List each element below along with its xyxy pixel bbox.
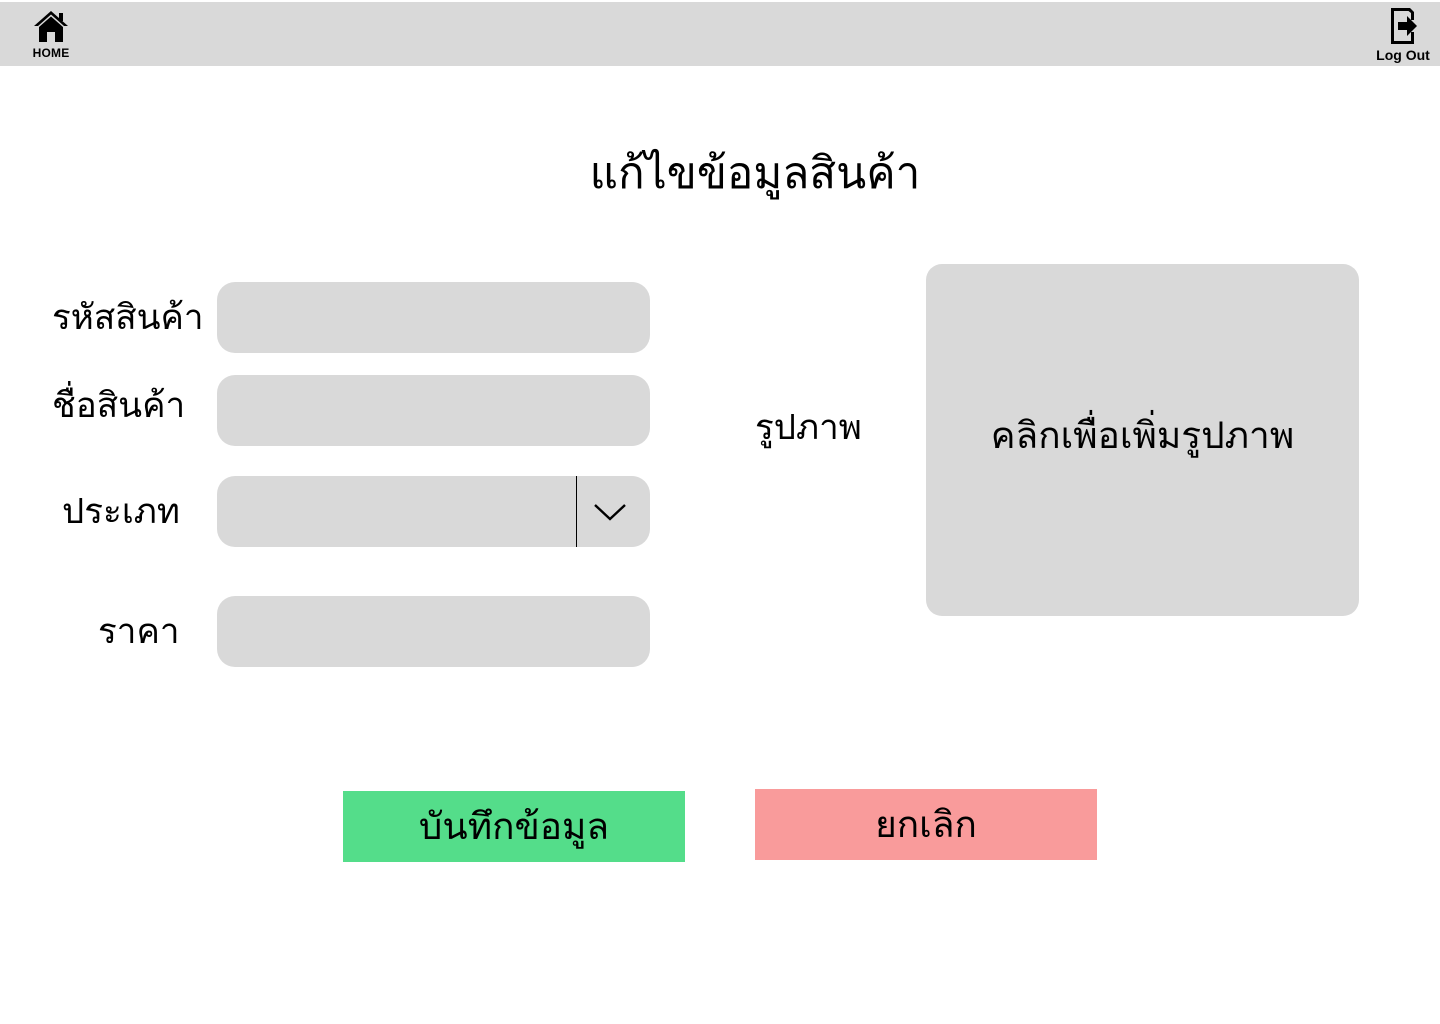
cancel-button-label: ยกเลิก: [875, 803, 977, 846]
logout-icon: [1391, 8, 1417, 44]
page-title: แก้ไขข้อมูลสินค้า: [589, 148, 921, 199]
save-button-label: บันทึกข้อมูล: [418, 805, 610, 848]
home-icon: [34, 11, 68, 42]
logout-label: Log Out: [1376, 47, 1430, 63]
product-name-input[interactable]: [217, 375, 650, 446]
save-button[interactable]: บันทึกข้อมูล: [343, 791, 685, 862]
product-code-label: รหัสสินค้า: [52, 298, 204, 338]
cancel-button[interactable]: ยกเลิก: [755, 789, 1097, 860]
chevron-down-icon[interactable]: [593, 502, 627, 522]
price-label: ราคา: [98, 612, 180, 652]
logout-button[interactable]: Log Out: [1370, 6, 1436, 63]
select-divider: [576, 476, 577, 547]
image-upload-text: คลิกเพื่อเพิ่มรูปภาพ: [990, 413, 1295, 457]
category-select[interactable]: [217, 476, 650, 547]
price-input[interactable]: [217, 596, 650, 667]
image-label: รูปภาพ: [755, 408, 862, 448]
category-label: ประเภท: [62, 492, 180, 532]
product-code-input[interactable]: [217, 282, 650, 353]
home-label: HOME: [32, 46, 70, 60]
image-upload-area[interactable]: คลิกเพื่อเพิ่มรูปภาพ: [926, 264, 1359, 616]
top-navigation-bar: HOME Log Out: [0, 2, 1440, 66]
product-name-label: ชื่อสินค้า: [52, 386, 186, 426]
home-button[interactable]: HOME: [28, 9, 74, 60]
